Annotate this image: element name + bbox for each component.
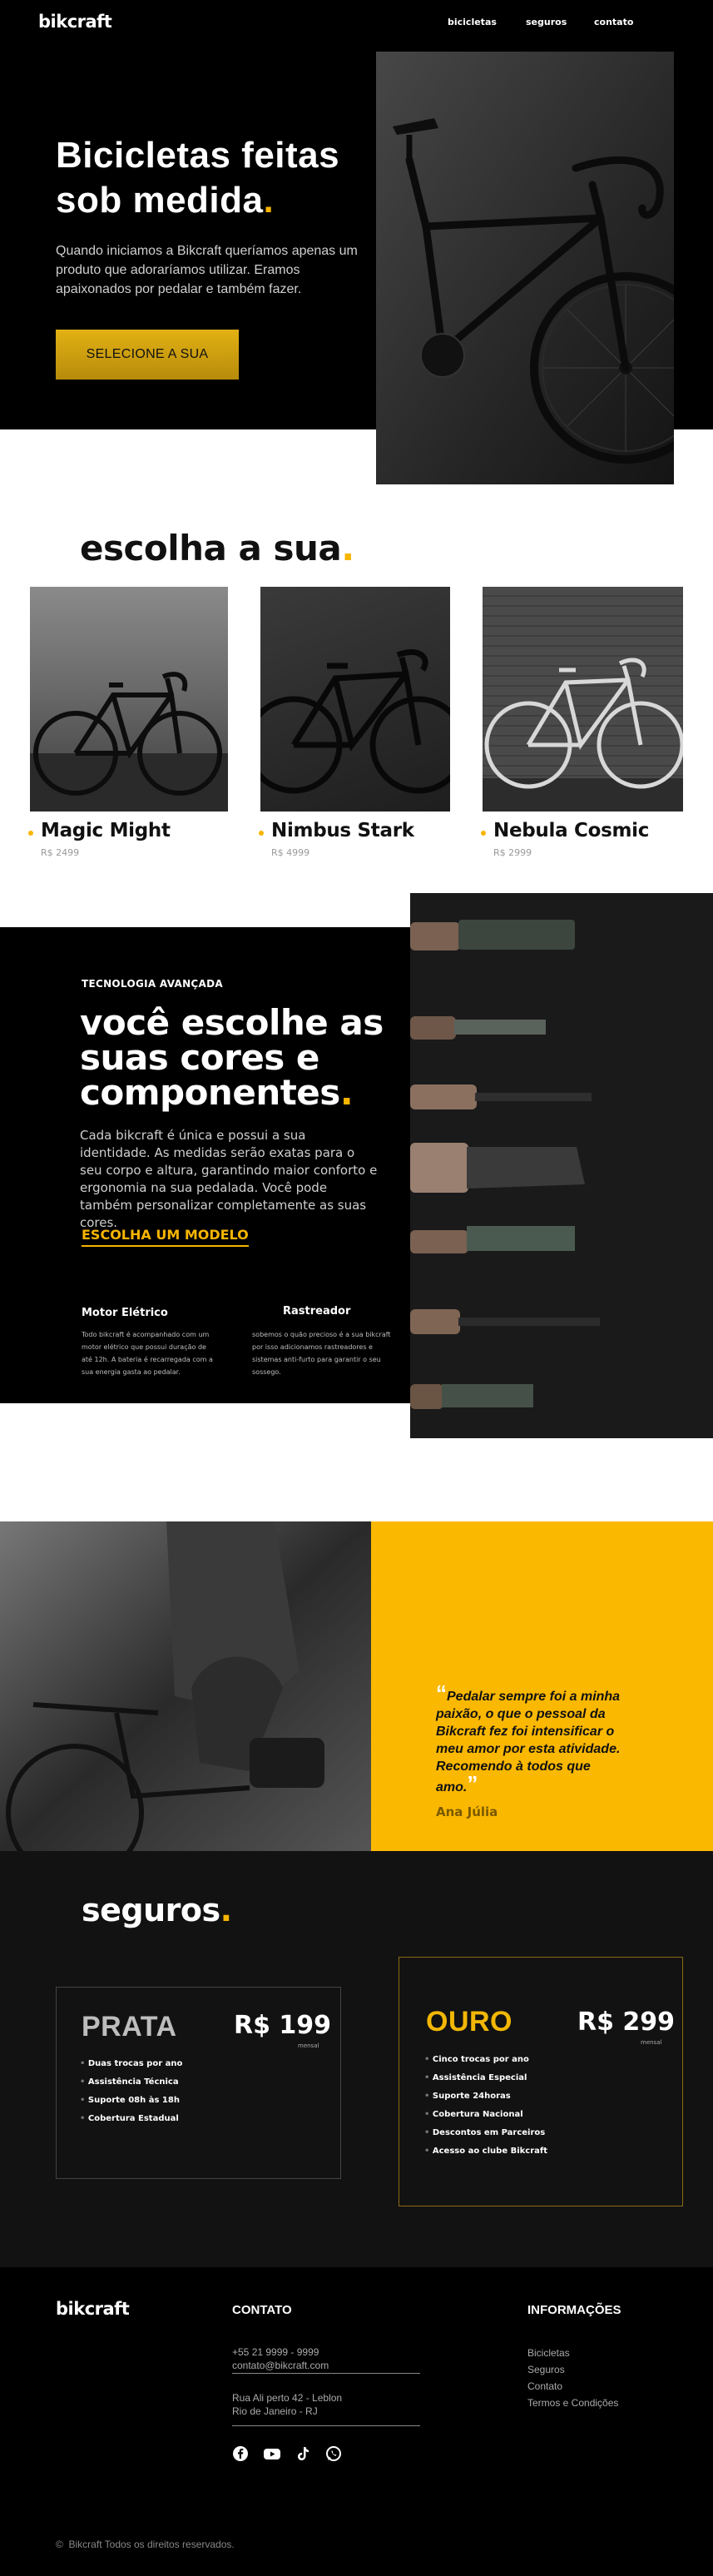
footer-address-line-1: Rua Ali perto 42 - Leblon xyxy=(232,2392,343,2404)
cyclist-photo xyxy=(0,1521,371,1882)
tech-title-line-1: você escolhe as xyxy=(80,1002,384,1043)
accent-dot: . xyxy=(263,180,275,221)
choose-section-title: escolha a sua. xyxy=(80,528,354,568)
bike-photo xyxy=(483,658,685,812)
footer-divider xyxy=(232,2373,420,2374)
bike-price: R$ 4999 xyxy=(271,847,310,858)
footer-contact-title: CONTATO xyxy=(232,2303,292,2317)
bike-name-nimbus-stark[interactable]: Nimbus Stark xyxy=(271,820,414,841)
footer-link-contato[interactable]: Contato xyxy=(527,2380,562,2392)
plan-feature: Suporte 08h às 18h xyxy=(80,2096,180,2105)
bike-photo xyxy=(30,672,228,812)
plan-feature: Cobertura Nacional xyxy=(424,2110,523,2119)
feature-text-rastreador: sobemos o quão precioso é a sua bikcraft… xyxy=(252,1331,391,1376)
facebook-icon[interactable] xyxy=(232,2445,249,2462)
plan-feature: Cobertura Estadual xyxy=(80,2114,179,2123)
testimonial-quote: “Pedalar sempre foi a minha paixão, o qu… xyxy=(436,1682,627,1796)
footer-link-seguros[interactable]: Seguros xyxy=(527,2364,565,2375)
plan-card-ouro[interactable]: OURO R$ 299 mensal Cinco trocas por ano … xyxy=(399,1957,683,2206)
footer-email[interactable]: contato@bikcraft.com xyxy=(232,2360,329,2371)
insurance-title-text: seguros xyxy=(82,1892,220,1928)
hero-subtitle: Quando iniciamos a Bikcraft queríamos ap… xyxy=(56,244,358,296)
tech-title-line-2: suas cores e xyxy=(80,1037,319,1078)
select-bike-button[interactable]: SELECIONE A SUA xyxy=(56,330,239,380)
copyright: © Bikcraft Todos os direitos reservados. xyxy=(56,2539,235,2550)
tech-description: Cada bikcraft é única e possui a sua ide… xyxy=(80,1128,378,1230)
bike-price: R$ 2499 xyxy=(41,847,80,858)
tech-title: você escolhe as suas cores e componentes… xyxy=(80,1005,396,1110)
plan-feature: Suporte 24horas xyxy=(424,2092,511,2101)
bike-price: R$ 2999 xyxy=(493,847,532,858)
testimonial-author: Ana Júlia xyxy=(436,1804,498,1819)
choose-title-text: escolha a sua xyxy=(80,528,342,568)
whatsapp-icon[interactable] xyxy=(325,2445,342,2462)
bike-bullet xyxy=(481,831,486,836)
copyright-text: Bikcraft Todos os direitos reservados. xyxy=(68,2539,235,2550)
hero-title: Bicicletas feitas sob medida. xyxy=(56,133,372,223)
footer-phone[interactable]: +55 21 9999 - 9999 xyxy=(232,2346,319,2358)
footer-divider xyxy=(232,2425,420,2426)
plan-price: R$ 199 xyxy=(234,2011,332,2040)
bike-card-image-magic-might[interactable] xyxy=(30,587,228,812)
bike-name-nebula-cosmic[interactable]: Nebula Cosmic xyxy=(493,820,649,841)
plan-period: mensal xyxy=(641,2039,662,2046)
accent-dot: . xyxy=(341,528,354,568)
nav-link-contato[interactable]: contato xyxy=(594,17,633,27)
bike-bullet xyxy=(28,831,33,836)
bike-photo xyxy=(245,649,468,794)
plan-feature: Cinco trocas por ano xyxy=(424,2055,529,2064)
plan-name: PRATA xyxy=(82,2011,177,2042)
cyclist-illustration xyxy=(0,1521,371,1882)
footer-logo[interactable]: bikcraft xyxy=(56,2299,130,2319)
hero-title-line-2: sob medida xyxy=(56,180,264,221)
tiktok-icon[interactable] xyxy=(295,2445,311,2462)
feature-text-motor: Todo bikcraft é acompanhado com um motor… xyxy=(82,1331,213,1376)
bike-card-image-nebula-cosmic[interactable] xyxy=(483,587,685,812)
insurance-title: seguros. xyxy=(82,1892,232,1928)
accent-dot: . xyxy=(339,1072,354,1113)
nav-link-seguros[interactable]: seguros xyxy=(526,17,567,27)
feature-title-motor: Motor Elétrico xyxy=(82,1307,168,1319)
footer-link-termos[interactable]: Termos e Condições xyxy=(527,2397,618,2409)
footer-address-line-2: Rio de Janeiro - RJ xyxy=(232,2405,318,2417)
copyright-icon: © xyxy=(56,2539,63,2550)
bike-card-image-nimbus-stark[interactable] xyxy=(245,587,468,812)
quote-text: Pedalar sempre foi a minha paixão, o que… xyxy=(436,1690,621,1794)
youtube-icon[interactable] xyxy=(263,2445,280,2462)
hero-bike-image xyxy=(376,52,713,484)
footer-link-bicicletas[interactable]: Bicicletas xyxy=(527,2347,570,2359)
plan-feature: Assistência Técnica xyxy=(80,2077,179,2087)
plan-feature: Duas trocas por ano xyxy=(80,2059,182,2068)
tools-illustration xyxy=(410,893,713,1438)
bike-name-magic-might[interactable]: Magic Might xyxy=(41,820,171,841)
road-bike-illustration xyxy=(376,52,713,484)
plan-period: mensal xyxy=(298,2042,319,2049)
feature-title-rastreador: Rastreador xyxy=(283,1305,351,1318)
choose-model-link[interactable]: ESCOLHA UM MODELO xyxy=(82,1227,249,1247)
quote-close-icon: ” xyxy=(467,1771,478,1796)
plan-feature: Acesso ao clube Bikcraft xyxy=(424,2147,547,2156)
tech-title-line-3: componentes xyxy=(80,1072,340,1113)
quote-open-icon: “ xyxy=(436,1680,447,1705)
tools-image xyxy=(410,893,713,1438)
plan-feature: Descontos em Parceiros xyxy=(424,2128,545,2137)
plan-name: OURO xyxy=(426,2006,512,2037)
header-logo[interactable]: bikcraft xyxy=(38,12,112,32)
tech-tag: TECNOLOGIA AVANÇADA xyxy=(82,978,223,990)
accent-dot: . xyxy=(220,1892,232,1928)
footer-info-title: INFORMAÇÕES xyxy=(527,2303,621,2317)
plan-card-prata[interactable]: PRATA R$ 199 mensal Duas trocas por ano … xyxy=(56,1987,341,2179)
plan-feature: Assistência Especial xyxy=(424,2073,527,2082)
nav-link-bicicletas[interactable]: bicicletas xyxy=(448,17,497,27)
bike-bullet xyxy=(259,831,264,836)
hero-title-line-1: Bicicletas feitas xyxy=(56,135,340,176)
plan-price: R$ 299 xyxy=(577,2008,676,2037)
